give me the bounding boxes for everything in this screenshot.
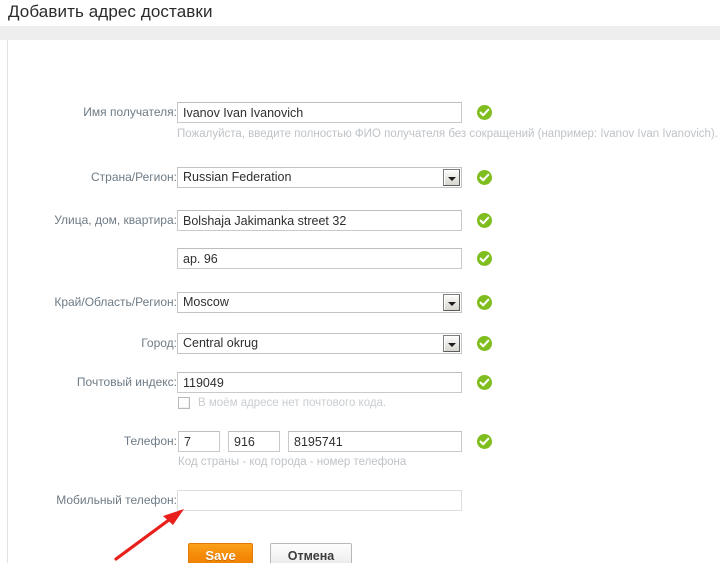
street-line2-input[interactable] [177, 248, 462, 269]
label-postcode: Почтовый индекс: [76, 375, 177, 389]
label-mobile-phone: Мобильный телефон: [56, 493, 177, 507]
label-city: Город: [141, 336, 177, 350]
no-postcode-label: В моём адресе нет почтового кода. [198, 397, 387, 409]
country-select[interactable]: Russian Federation [177, 167, 462, 188]
mobile-phone-input[interactable] [177, 490, 462, 511]
street-valid-icon [477, 213, 492, 228]
label-street: Улица, дом, квартира: [54, 213, 177, 227]
chevron-down-icon[interactable] [443, 294, 460, 311]
phone-number-input[interactable] [288, 431, 462, 452]
city-select-value: Central okrug [183, 336, 259, 350]
form-panel: Имя получателя: Пожалуйста, введите полн… [7, 40, 720, 563]
phone-hint: Код страны - код города - номер телефона [178, 456, 407, 468]
recipient-name-input[interactable] [177, 102, 462, 123]
postcode-input[interactable] [177, 372, 462, 393]
street-input[interactable] [177, 210, 462, 231]
recipient-name-hint: Пожалуйста, введите полностью ФИО получа… [177, 128, 718, 140]
region-select[interactable]: Moscow [177, 292, 462, 313]
label-phone: Телефон: [123, 434, 177, 448]
label-recipient-name: Имя получателя: [83, 105, 177, 119]
no-postcode-checkbox[interactable] [178, 397, 190, 409]
phone-country-code-input[interactable] [178, 431, 220, 452]
label-country: Страна/Регион: [90, 170, 177, 184]
page-title: Добавить адрес доставки [8, 2, 213, 21]
save-button[interactable]: Save [188, 543, 253, 563]
country-select-value: Russian Federation [183, 170, 292, 184]
city-select[interactable]: Central okrug [177, 333, 462, 354]
recipient-name-valid-icon [477, 105, 492, 120]
phone-area-code-input[interactable] [228, 431, 280, 452]
label-region: Край/Область/Регион: [54, 295, 177, 309]
region-select-value: Moscow [183, 295, 229, 309]
street-line2-valid-icon [477, 251, 492, 266]
add-shipping-address-page: Добавить адрес доставки Имя получателя: … [0, 0, 720, 563]
phone-valid-icon [477, 434, 492, 449]
chevron-down-icon[interactable] [443, 169, 460, 186]
top-divider-band [0, 26, 720, 40]
cancel-button[interactable]: Отмена [270, 543, 352, 563]
city-valid-icon [477, 336, 492, 351]
chevron-down-icon[interactable] [443, 335, 460, 352]
country-valid-icon [477, 170, 492, 185]
region-valid-icon [477, 295, 492, 310]
postcode-valid-icon [477, 375, 492, 390]
